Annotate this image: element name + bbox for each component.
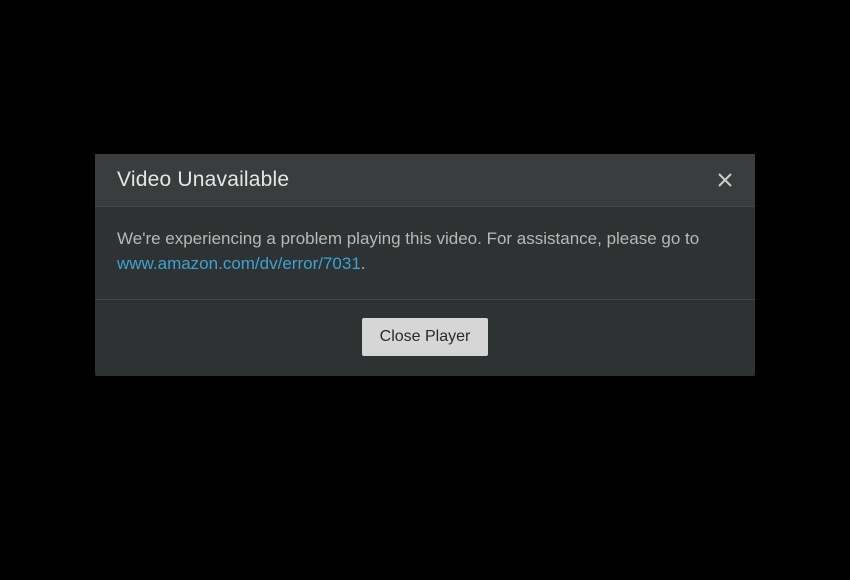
dialog-body: We're experiencing a problem playing thi… [95, 207, 755, 299]
error-dialog: Video Unavailable We're experiencing a p… [95, 154, 755, 375]
error-link[interactable]: www.amazon.com/dv/error/7031 [117, 254, 361, 273]
dialog-message: We're experiencing a problem playing thi… [117, 227, 733, 276]
message-suffix: . [361, 254, 366, 273]
message-prefix: We're experiencing a problem playing thi… [117, 229, 699, 248]
dialog-title: Video Unavailable [117, 168, 289, 192]
dialog-footer: Close Player [95, 300, 755, 376]
close-icon[interactable] [715, 170, 735, 190]
dialog-header: Video Unavailable [95, 154, 755, 207]
close-player-button[interactable]: Close Player [362, 318, 489, 356]
